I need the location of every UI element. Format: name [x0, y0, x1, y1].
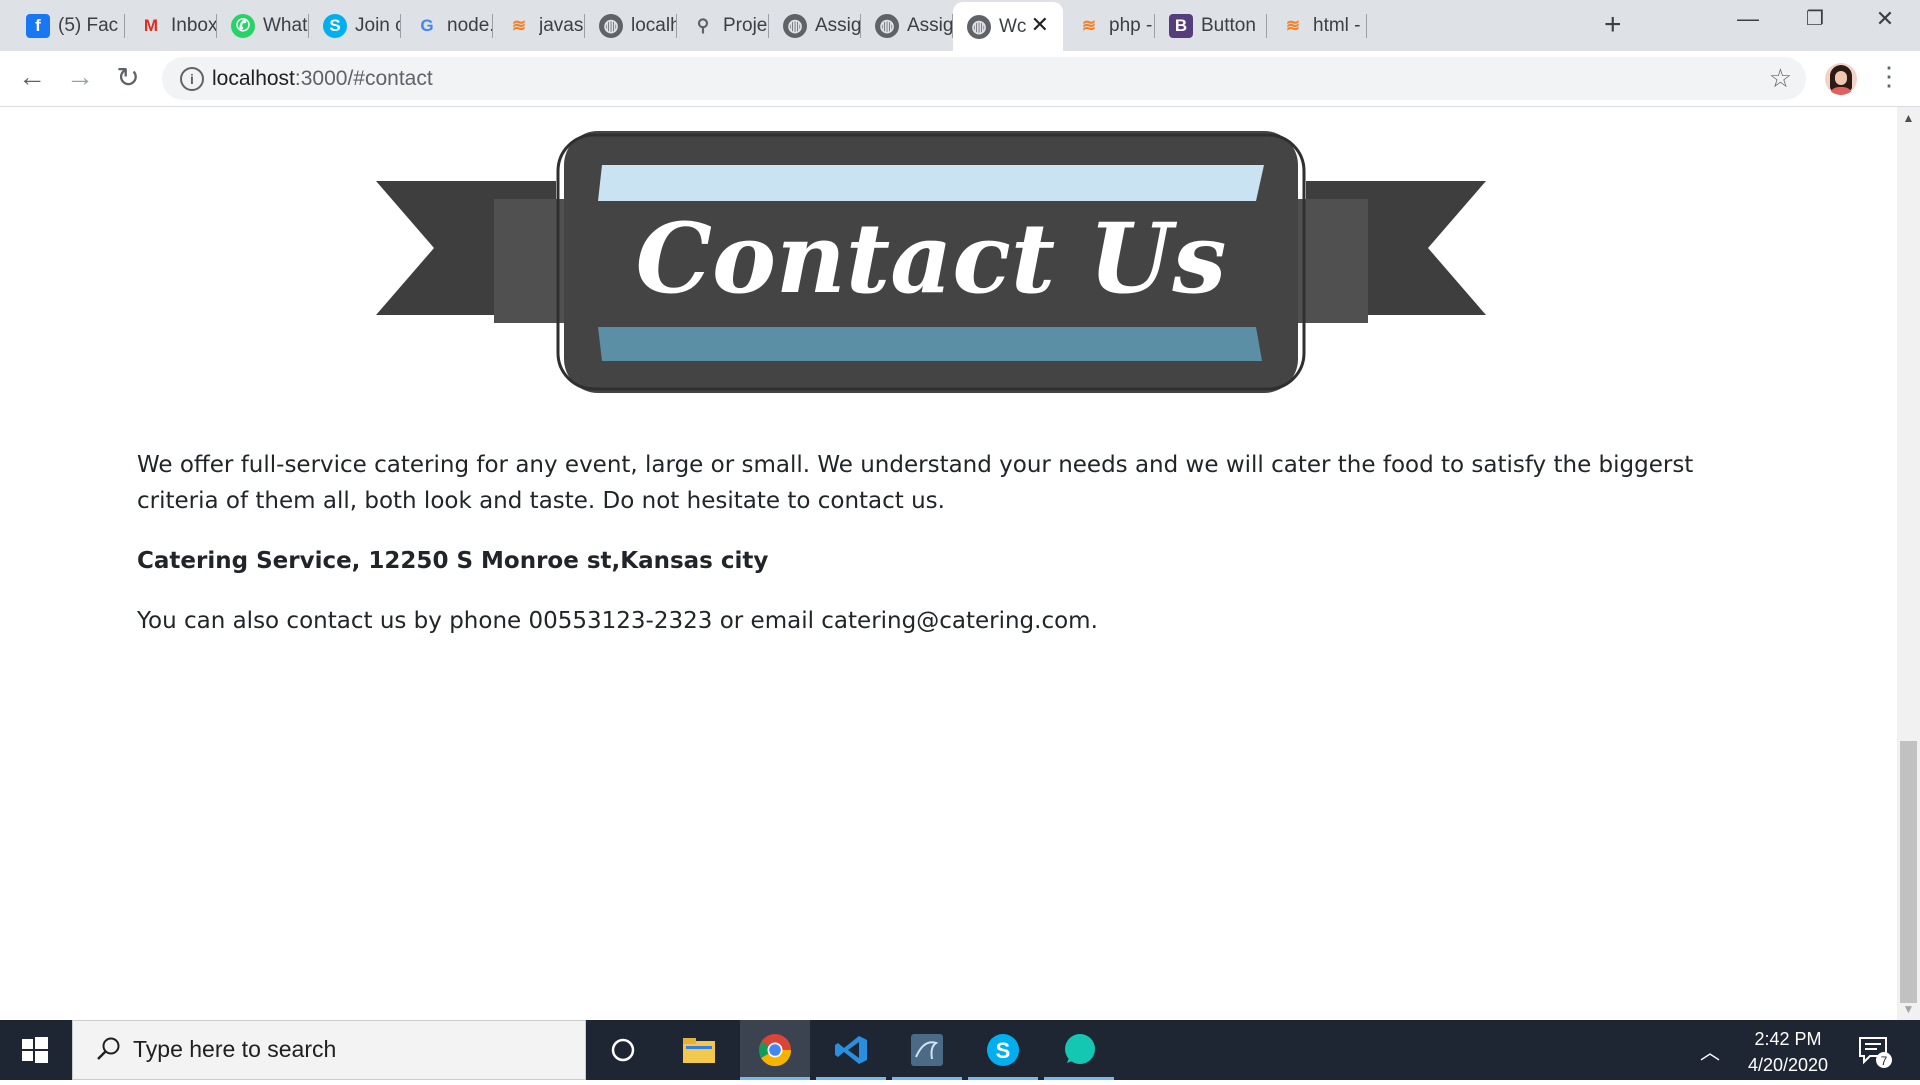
browser-tab[interactable]: M Inbox ( — [125, 4, 217, 48]
ribbon-left-fold — [494, 199, 574, 323]
stackoverflow-icon: ≋ — [1285, 16, 1301, 35]
banner-bottom-stripe — [598, 327, 1262, 361]
taskbar-search-box[interactable]: Type here to search — [72, 1020, 586, 1080]
tab-title: Join cc — [355, 15, 401, 36]
contact-us-banner: Contact Us — [376, 131, 1486, 393]
gmail-icon: M — [143, 16, 159, 35]
tab-title: Wc — [999, 15, 1027, 37]
browser-toolbar: ← → ↻ i localhost:3000/#contact ☆ ⋮ — [0, 51, 1920, 107]
banner-title: Contact Us — [636, 202, 1227, 315]
stackoverflow-icon: ≋ — [511, 16, 527, 35]
notification-count: 7 — [1881, 1054, 1888, 1068]
browser-tab[interactable]: ◍ localho — [585, 4, 677, 48]
browser-tab[interactable]: ◍ Assign — [861, 4, 953, 48]
skype-taskbar-icon[interactable]: S — [968, 1020, 1038, 1080]
globe-icon: ◍ — [783, 14, 807, 38]
info-icon[interactable]: i — [180, 67, 204, 91]
browser-tab[interactable]: ⚲ Project — [677, 4, 769, 48]
intro-paragraph: We offer full-service catering for any e… — [137, 452, 1694, 514]
browser-tab[interactable]: ≋ javascr — [493, 4, 585, 48]
search-icon — [97, 1037, 120, 1060]
clock-date: 4/20/2020 — [1747, 1055, 1829, 1075]
globe-icon: ◍ — [875, 14, 899, 38]
forward-button[interactable]: → — [62, 61, 98, 93]
teal-app-icon[interactable] — [1044, 1020, 1114, 1080]
browser-tab[interactable]: ≋ php - l — [1063, 4, 1155, 48]
vscode-icon[interactable] — [816, 1020, 886, 1080]
windows-logo-icon — [22, 1037, 48, 1063]
banner-top-stripe — [598, 165, 1264, 201]
skype-icon: S — [323, 14, 347, 38]
facebook-icon: f — [26, 14, 50, 38]
page-scrollbar[interactable]: ▲ ▼ — [1897, 107, 1920, 1020]
chrome-taskbar-icon[interactable] — [740, 1020, 810, 1080]
bootstrap-icon: B — [1169, 14, 1193, 38]
svg-text:S: S — [996, 1038, 1011, 1063]
pin-icon: ⚲ — [696, 16, 710, 35]
back-button[interactable]: ← — [14, 61, 50, 93]
close-window-button[interactable]: ✕ — [1865, 6, 1905, 32]
tab-title: node.js — [447, 15, 493, 36]
tab-title: Assign — [815, 15, 861, 36]
browser-tab[interactable]: ◍ Assign — [769, 4, 861, 48]
browser-tab[interactable]: ✆ Whats — [217, 4, 309, 48]
menu-icon[interactable]: ⋮ — [1876, 61, 1902, 92]
tab-title: Inbox ( — [171, 15, 217, 36]
globe-icon: ◍ — [967, 14, 991, 39]
tab-title: javascr — [539, 15, 585, 36]
file-explorer-icon[interactable] — [664, 1020, 734, 1080]
stackoverflow-icon: ≋ — [1081, 16, 1097, 35]
address-bar[interactable]: i localhost:3000/#contact ☆ — [162, 57, 1806, 100]
browser-tab[interactable]: f (5) Fac — [12, 4, 125, 48]
bookmark-star-icon[interactable]: ☆ — [1769, 63, 1792, 94]
search-placeholder: Type here to search — [133, 1036, 337, 1062]
taskbar-clock[interactable]: 2:42 PM 4/20/2020 — [1728, 1026, 1848, 1078]
tab-title: php - l — [1109, 15, 1155, 36]
close-tab-icon[interactable]: ✕ — [1031, 12, 1049, 38]
start-button[interactable] — [0, 1020, 70, 1080]
scrollbar-thumb[interactable] — [1900, 741, 1917, 1003]
browser-tab[interactable]: S Join cc — [309, 4, 401, 48]
scroll-up-arrow-icon[interactable]: ▲ — [1897, 111, 1920, 125]
globe-icon: ◍ — [599, 14, 623, 38]
address-text: Catering Service, 12250 S Monroe st,Kans… — [137, 548, 769, 574]
browser-tab[interactable]: B Button — [1155, 4, 1267, 48]
tab-title: Assign — [907, 15, 953, 36]
tab-title: html - — [1313, 15, 1361, 36]
browser-tab[interactable]: ◍ Wc ✕ — [953, 2, 1063, 51]
show-hidden-icons-chevron-icon[interactable]: ︿ — [1700, 1036, 1720, 1065]
new-tab-button[interactable]: + — [1604, 8, 1622, 42]
scroll-down-arrow-icon[interactable]: ▼ — [1897, 1002, 1920, 1016]
tab-title: Whats — [263, 15, 309, 36]
profile-avatar[interactable] — [1825, 63, 1857, 95]
browser-tab[interactable]: ≋ html - — [1267, 4, 1367, 48]
notification-center-icon[interactable]: 7 — [1856, 1032, 1892, 1068]
clock-time: 2:42 PM — [1754, 1029, 1822, 1049]
page-viewport: Contact Us We offer full-service caterin… — [0, 107, 1897, 1020]
google-icon: G — [420, 16, 434, 35]
tab-title: (5) Fac — [58, 15, 119, 36]
cortana-icon[interactable] — [588, 1020, 658, 1080]
contact-content: We offer full-service catering for any e… — [137, 447, 1737, 663]
minimize-button[interactable]: — — [1728, 6, 1768, 32]
tab-title: localho — [631, 15, 677, 36]
whatsapp-icon: ✆ — [231, 14, 255, 38]
restore-button[interactable]: ❐ — [1795, 6, 1835, 31]
contact-paragraph: You can also contact us by phone 0055312… — [137, 608, 1098, 634]
url-text[interactable]: localhost:3000/#contact — [212, 67, 433, 91]
mysql-workbench-icon[interactable] — [892, 1020, 962, 1080]
ribbon-right-fold — [1288, 199, 1368, 323]
windows-taskbar: Type here to search S ︿ 2:42 PM 4/20/202… — [0, 1020, 1920, 1080]
reload-button[interactable]: ↻ — [110, 61, 146, 94]
tab-strip: f(5) FacMInbox (✆WhatsSJoin ccGnode.js≋j… — [0, 0, 1920, 51]
tab-title: Button — [1201, 15, 1256, 36]
tab-title: Project — [723, 15, 769, 36]
browser-tab[interactable]: Gnode.js — [401, 4, 493, 48]
